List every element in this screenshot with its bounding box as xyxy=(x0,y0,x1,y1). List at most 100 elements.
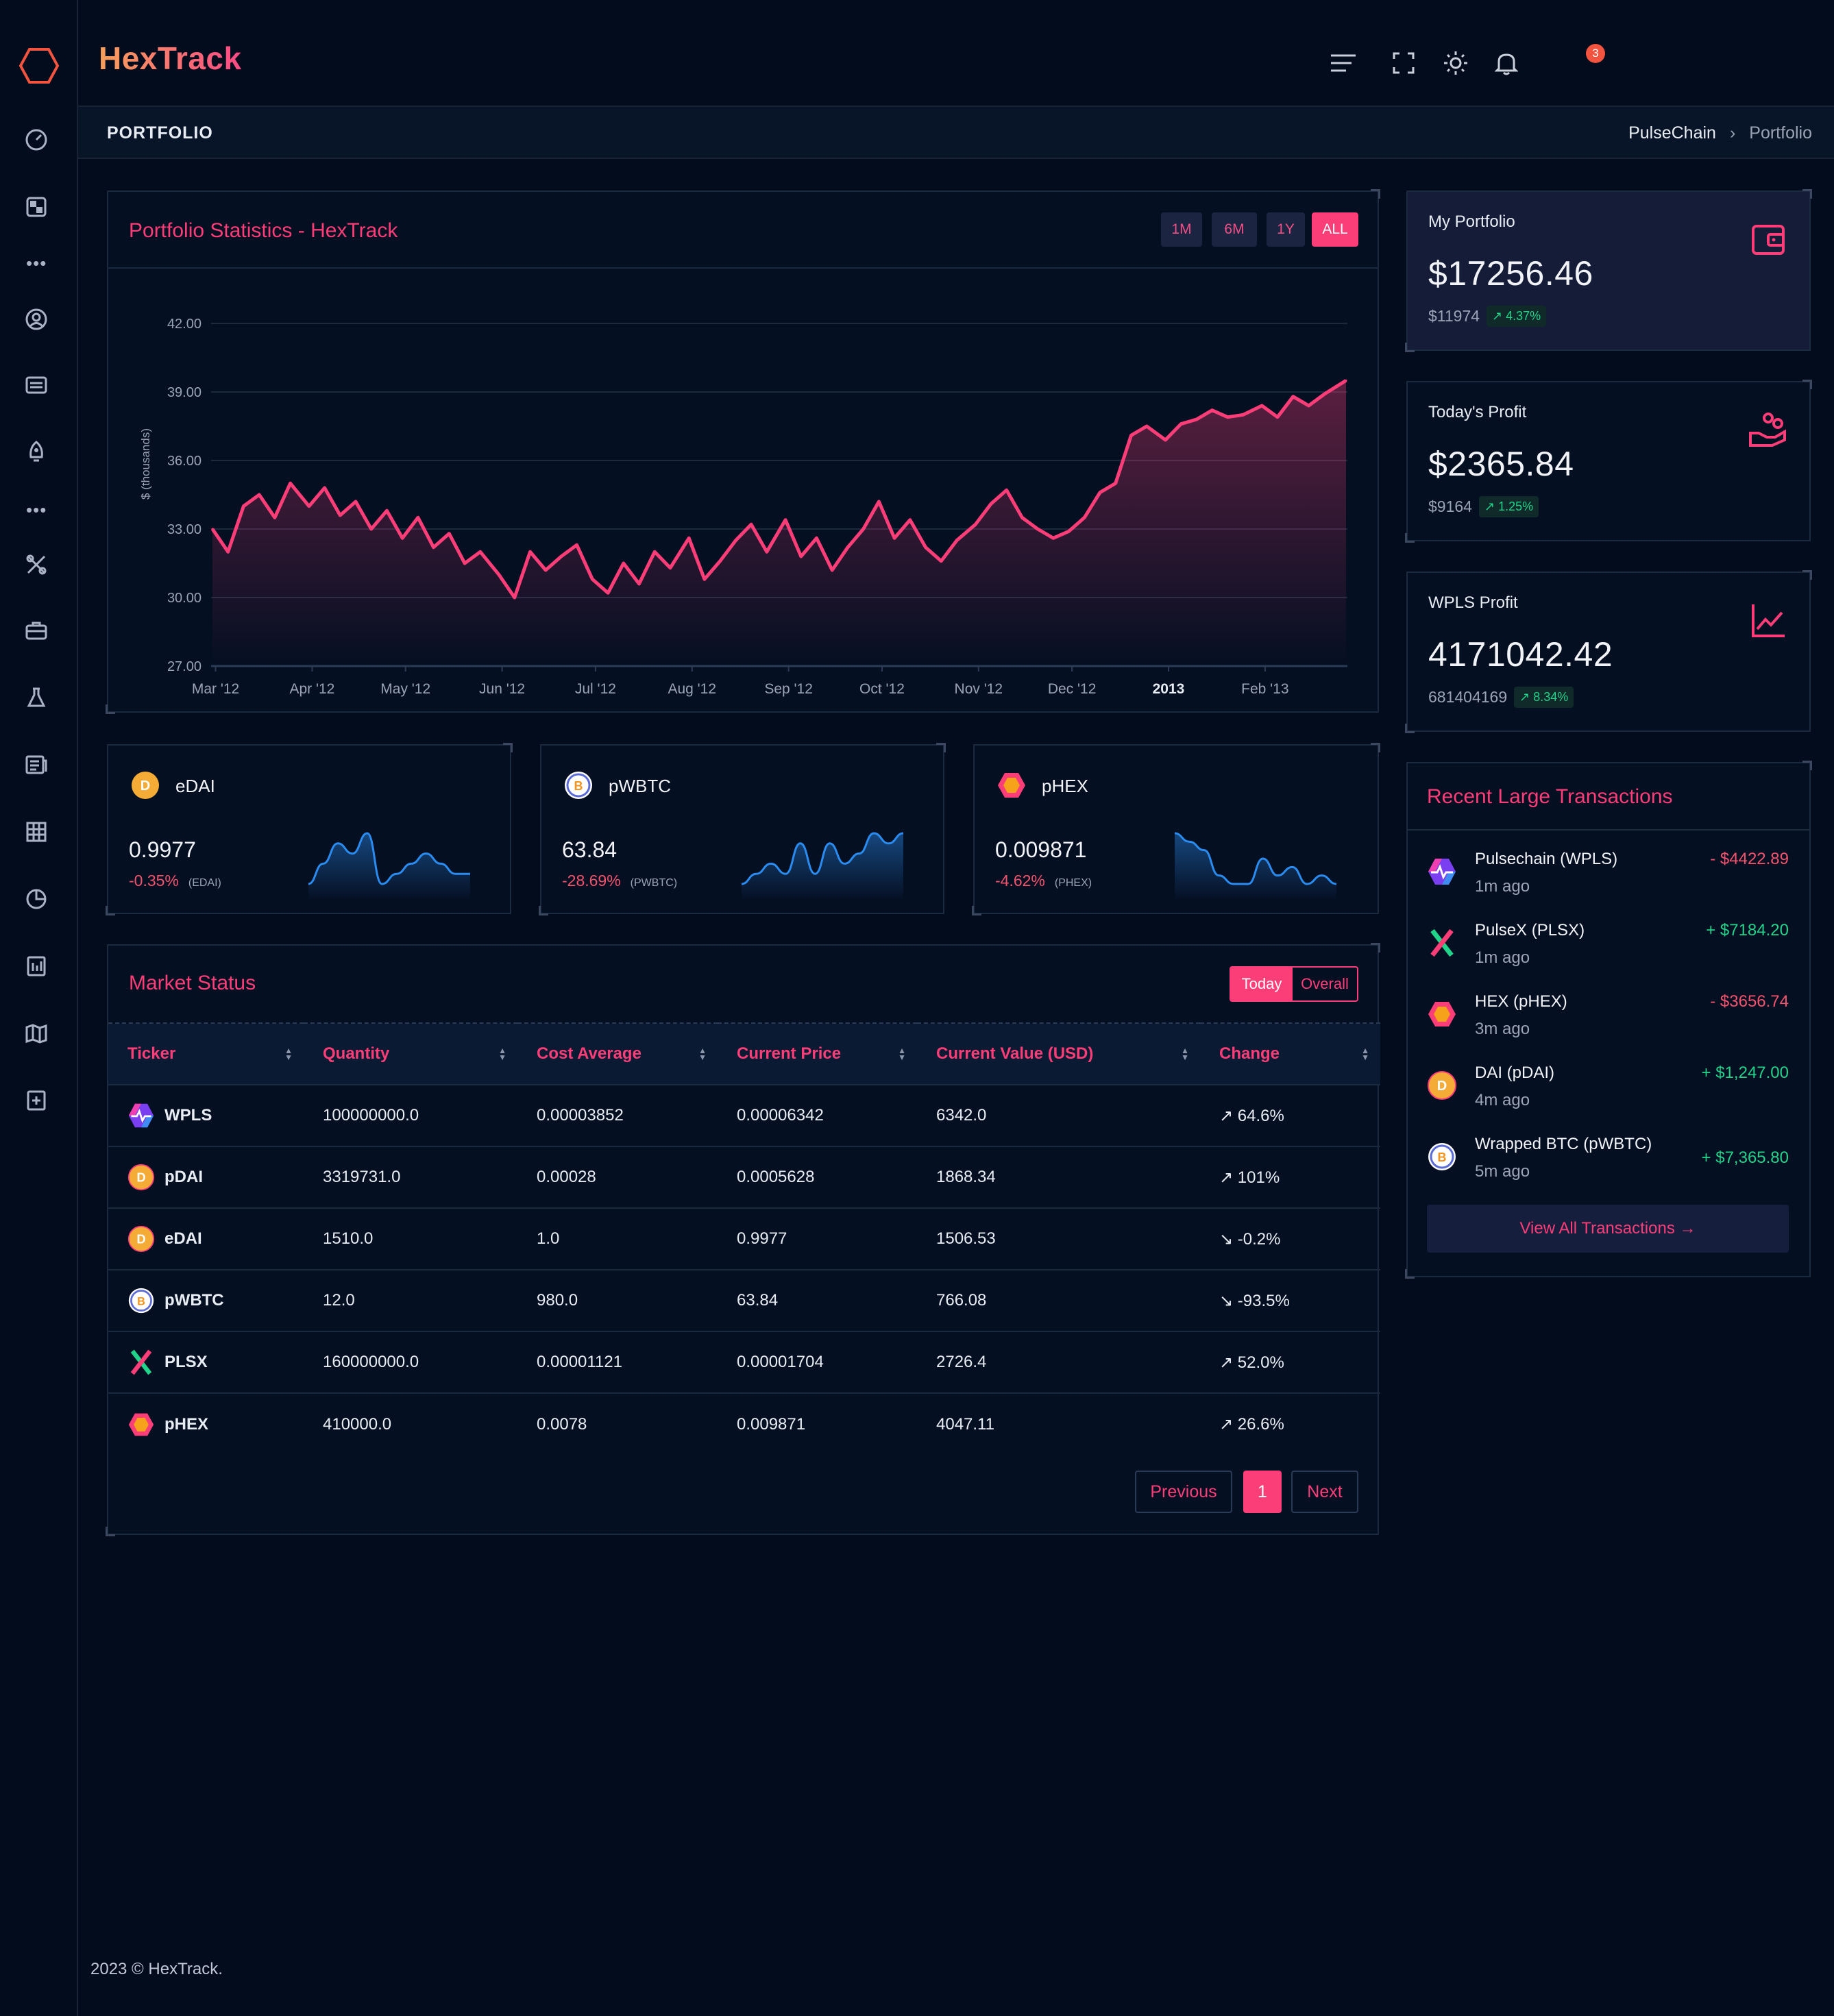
hexagon-logo-icon[interactable] xyxy=(19,47,60,85)
chart-data-point[interactable] xyxy=(1307,404,1310,407)
chart-data-point[interactable] xyxy=(1068,530,1071,532)
chart-data-point[interactable] xyxy=(925,546,927,549)
sort-icon[interactable]: ▲ ▼ xyxy=(498,1046,506,1061)
pagination-previous-button[interactable]: Previous xyxy=(1135,1471,1232,1513)
sort-icon[interactable]: ▲ ▼ xyxy=(1181,1046,1189,1061)
map-icon[interactable] xyxy=(24,1021,49,1046)
chart-data-point[interactable] xyxy=(877,500,880,503)
widgets-icon[interactable] xyxy=(24,195,49,219)
chart-data-point[interactable] xyxy=(784,519,787,521)
chart-data-point[interactable] xyxy=(560,555,563,558)
transaction-item[interactable]: D DAI (pDAI) 4m ago + $1,247.00 xyxy=(1427,1064,1789,1125)
chart-data-point[interactable] xyxy=(463,562,466,565)
chart-data-point[interactable] xyxy=(766,550,768,553)
sort-icon[interactable]: ▲ ▼ xyxy=(898,1046,906,1061)
chart-data-point[interactable] xyxy=(1195,418,1198,421)
brand-logo-text[interactable]: HexTrack xyxy=(99,40,242,77)
fullscreen-icon[interactable] xyxy=(1390,49,1417,77)
range-6m-button[interactable]: 6M xyxy=(1212,212,1257,247)
pagination-next-button[interactable]: Next xyxy=(1291,1471,1358,1513)
chart-data-point[interactable] xyxy=(354,500,357,503)
sort-icon[interactable]: ▲ ▼ xyxy=(698,1046,707,1061)
table-row[interactable]: BpWBTC 12.0 980.0 63.84 766.08 ↘ -93.5% xyxy=(108,1269,1380,1331)
chart-data-point[interactable] xyxy=(1036,528,1039,530)
chart-data-point[interactable] xyxy=(1145,425,1148,428)
toggle-today-button[interactable]: Today xyxy=(1231,968,1293,1000)
chart-data-point[interactable] xyxy=(258,493,260,496)
chart-data-point[interactable] xyxy=(653,550,656,553)
table-row[interactable]: DpDAI 3319731.0 0.00028 0.0005628 1868.34 ↗ 1… xyxy=(108,1146,1380,1208)
chart-data-point[interactable] xyxy=(734,539,737,542)
chart-data-point[interactable] xyxy=(591,578,594,580)
table-row[interactable]: PLSX 160000000.0 0.00001121 0.00001704 2726.… xyxy=(108,1331,1380,1393)
chart-data-point[interactable] xyxy=(1129,434,1132,437)
chart-data-point[interactable] xyxy=(1323,393,1325,395)
chart-data-point[interactable] xyxy=(1052,537,1055,539)
chart-data-point[interactable] xyxy=(1020,516,1023,519)
toggle-overall-button[interactable]: Overall xyxy=(1293,968,1357,1000)
chart-data-point[interactable] xyxy=(750,523,753,526)
chart-data-point[interactable] xyxy=(687,537,690,539)
range-1m-button[interactable]: 1M xyxy=(1161,212,1202,247)
table-row[interactable]: WPLS 100000000.0 0.00003852 0.00006342 6342.… xyxy=(108,1084,1380,1146)
chart-data-point[interactable] xyxy=(289,482,292,484)
chart-data-point[interactable] xyxy=(242,505,245,508)
chart-data-point[interactable] xyxy=(1211,409,1214,412)
sort-icon[interactable]: ▲ ▼ xyxy=(284,1046,293,1061)
newspaper-icon[interactable] xyxy=(24,752,49,777)
rocket-icon[interactable] xyxy=(24,440,49,465)
flask-icon[interactable] xyxy=(24,685,49,710)
chart-data-point[interactable] xyxy=(498,574,500,576)
chart-data-point[interactable] xyxy=(323,487,326,489)
user-circle-icon[interactable] xyxy=(24,307,49,332)
view-all-transactions-button[interactable]: View All Transactions → xyxy=(1427,1205,1789,1253)
file-plus-icon[interactable] xyxy=(24,1088,49,1113)
pie-icon[interactable] xyxy=(24,887,49,911)
transaction-item[interactable]: Pulsechain (WPLS) 1m ago - $4422.89 xyxy=(1427,850,1789,911)
chart-data-point[interactable] xyxy=(479,550,482,553)
portfolio-area-chart[interactable]: 42.00 39.00 36.00 33.00 30.00 27.00 Mar '12 Ap… xyxy=(108,269,1378,707)
chart-data-point[interactable] xyxy=(417,516,419,519)
chart-data-point[interactable] xyxy=(893,537,896,539)
col-current-price[interactable]: Current Price ▲ ▼ xyxy=(718,1022,917,1085)
chart-data-point[interactable] xyxy=(1099,491,1101,494)
table-row[interactable]: DeDAI 1510.0 1.0 0.9977 1506.53 ↘ -0.2% xyxy=(108,1207,1380,1270)
chart-data-point[interactable] xyxy=(544,569,547,571)
chart-data-point[interactable] xyxy=(862,528,865,530)
range-1y-button[interactable]: 1Y xyxy=(1267,212,1305,247)
chart-data-point[interactable] xyxy=(576,543,578,546)
chart-data-point[interactable] xyxy=(800,555,803,558)
token-card-pwbtc[interactable]: B pWBTC 63.84 -28.69% (PWBTC) xyxy=(539,743,946,915)
chart-data-point[interactable] xyxy=(385,509,388,512)
transaction-item[interactable]: B Wrapped BTC (pWBTC) 5m ago + $7,365.80 xyxy=(1427,1135,1789,1196)
dashboard-gauge-icon[interactable] xyxy=(24,127,49,152)
col-ticker[interactable]: Ticker ▲ ▼ xyxy=(108,1022,304,1085)
chart-data-point[interactable] xyxy=(1292,395,1295,398)
col-change[interactable]: Change ▲ ▼ xyxy=(1200,1022,1380,1085)
chart-data-point[interactable] xyxy=(370,528,373,530)
sort-icon[interactable]: ▲ ▼ xyxy=(1361,1046,1369,1061)
sun-icon[interactable] xyxy=(1442,49,1469,77)
chart-data-point[interactable] xyxy=(719,560,722,563)
chart-data-point[interactable] xyxy=(1164,439,1166,441)
menu-icon[interactable] xyxy=(1330,49,1357,77)
token-card-phex[interactable]: pHEX 0.009871 -4.62% (PHEX) xyxy=(972,743,1380,915)
chart-data-point[interactable] xyxy=(1260,404,1263,407)
chart-data-point[interactable] xyxy=(909,519,912,521)
chart-data-point[interactable] xyxy=(974,523,977,526)
chart-data-point[interactable] xyxy=(1226,416,1229,419)
chart-data-point[interactable] xyxy=(528,550,531,553)
grid-icon[interactable] xyxy=(24,820,49,844)
chart-data-point[interactable] xyxy=(308,505,310,508)
chart-data-point[interactable] xyxy=(211,528,214,530)
pagination-page-1[interactable]: 1 xyxy=(1243,1471,1282,1513)
chart-data-point[interactable] xyxy=(846,546,849,549)
chart-data-point[interactable] xyxy=(703,578,706,580)
chart-data-point[interactable] xyxy=(448,532,450,535)
chart-data-point[interactable] xyxy=(816,537,818,539)
col-current-value[interactable]: Current Value (USD) ▲ ▼ xyxy=(917,1022,1200,1085)
range-all-button[interactable]: ALL xyxy=(1312,212,1358,247)
table-row[interactable]: pHEX 410000.0 0.0078 0.009871 4047.11 ↗ 26.6% xyxy=(108,1392,1380,1455)
chart-data-point[interactable] xyxy=(669,567,672,569)
chart-data-point[interactable] xyxy=(401,537,404,539)
